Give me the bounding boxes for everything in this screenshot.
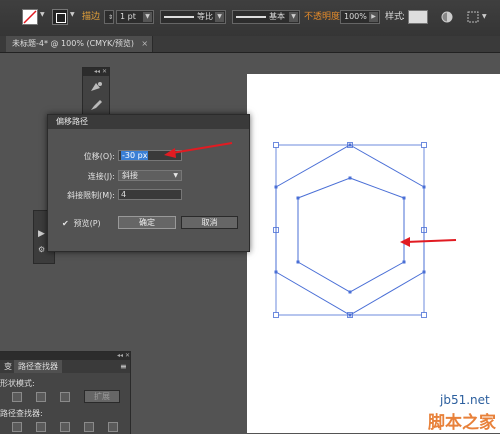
intersect-icon[interactable]	[60, 392, 70, 402]
panel-grip[interactable]: ◂◂ ✕	[83, 68, 109, 76]
ok-button[interactable]: 确定	[118, 216, 176, 229]
minus-front-icon[interactable]	[36, 392, 46, 402]
preview-label: 预览(P)	[73, 219, 101, 228]
shape-modes-label: 形状模式:	[0, 379, 35, 388]
panel-menu-icon[interactable]: ≡	[116, 360, 131, 373]
panel-grip[interactable]: ◂◂ ✕	[0, 352, 130, 360]
miter-limit-label: 斜接限制(M):	[67, 191, 115, 200]
offset-path-dialog: 偏移路径 位移(O): -30 px 连接(J): 斜接 ▼ 斜接限制(M): 4…	[47, 114, 250, 252]
symbol-sprayer-icon[interactable]	[88, 80, 104, 94]
preview-checkbox[interactable]: ✔ 预览(P)	[62, 218, 101, 229]
trim-icon[interactable]	[36, 422, 46, 432]
tab-pathfinder[interactable]: 路径查找器	[14, 360, 62, 373]
join-label: 连接(J):	[87, 172, 115, 181]
floating-tool-panel: ◂◂ ✕	[82, 67, 110, 121]
merge-icon[interactable]	[60, 422, 70, 432]
expand-button[interactable]: 扩展	[84, 390, 120, 403]
miter-limit-input[interactable]: 4	[118, 189, 182, 200]
paint-brush-icon[interactable]	[88, 98, 104, 112]
divide-icon[interactable]	[12, 422, 22, 432]
pathfinder-panel: ◂◂ ✕ 变 路径查找器 ≡ 形状模式: 扩展 路径查找器:	[0, 351, 131, 434]
panel-tabs: 变 路径查找器 ≡	[0, 360, 130, 373]
anchor-points	[274, 143, 426, 317]
crop-icon[interactable]	[84, 422, 94, 432]
checkmark-icon: ✔	[62, 219, 69, 228]
unite-icon[interactable]	[12, 392, 22, 402]
watermark-site: jb51.net	[440, 393, 490, 407]
offset-input[interactable]: -30 px	[118, 150, 182, 161]
watermark-brand: 脚本之家	[428, 413, 496, 433]
gear-icon[interactable]: ⚙	[38, 245, 45, 254]
join-select[interactable]: 斜接 ▼	[118, 170, 182, 181]
dialog-title[interactable]: 偏移路径	[48, 115, 249, 129]
inner-offset-hexagon[interactable]	[297, 177, 405, 293]
offset-label: 位移(O):	[83, 152, 115, 161]
pathfinders-label: 路径查找器:	[0, 409, 43, 418]
cancel-button[interactable]: 取消	[181, 216, 238, 229]
chevron-down-icon: ▼	[173, 172, 178, 179]
outline-icon[interactable]	[108, 422, 118, 432]
play-icon[interactable]: ▶	[38, 229, 45, 239]
annotation-arrow-right	[400, 237, 457, 247]
